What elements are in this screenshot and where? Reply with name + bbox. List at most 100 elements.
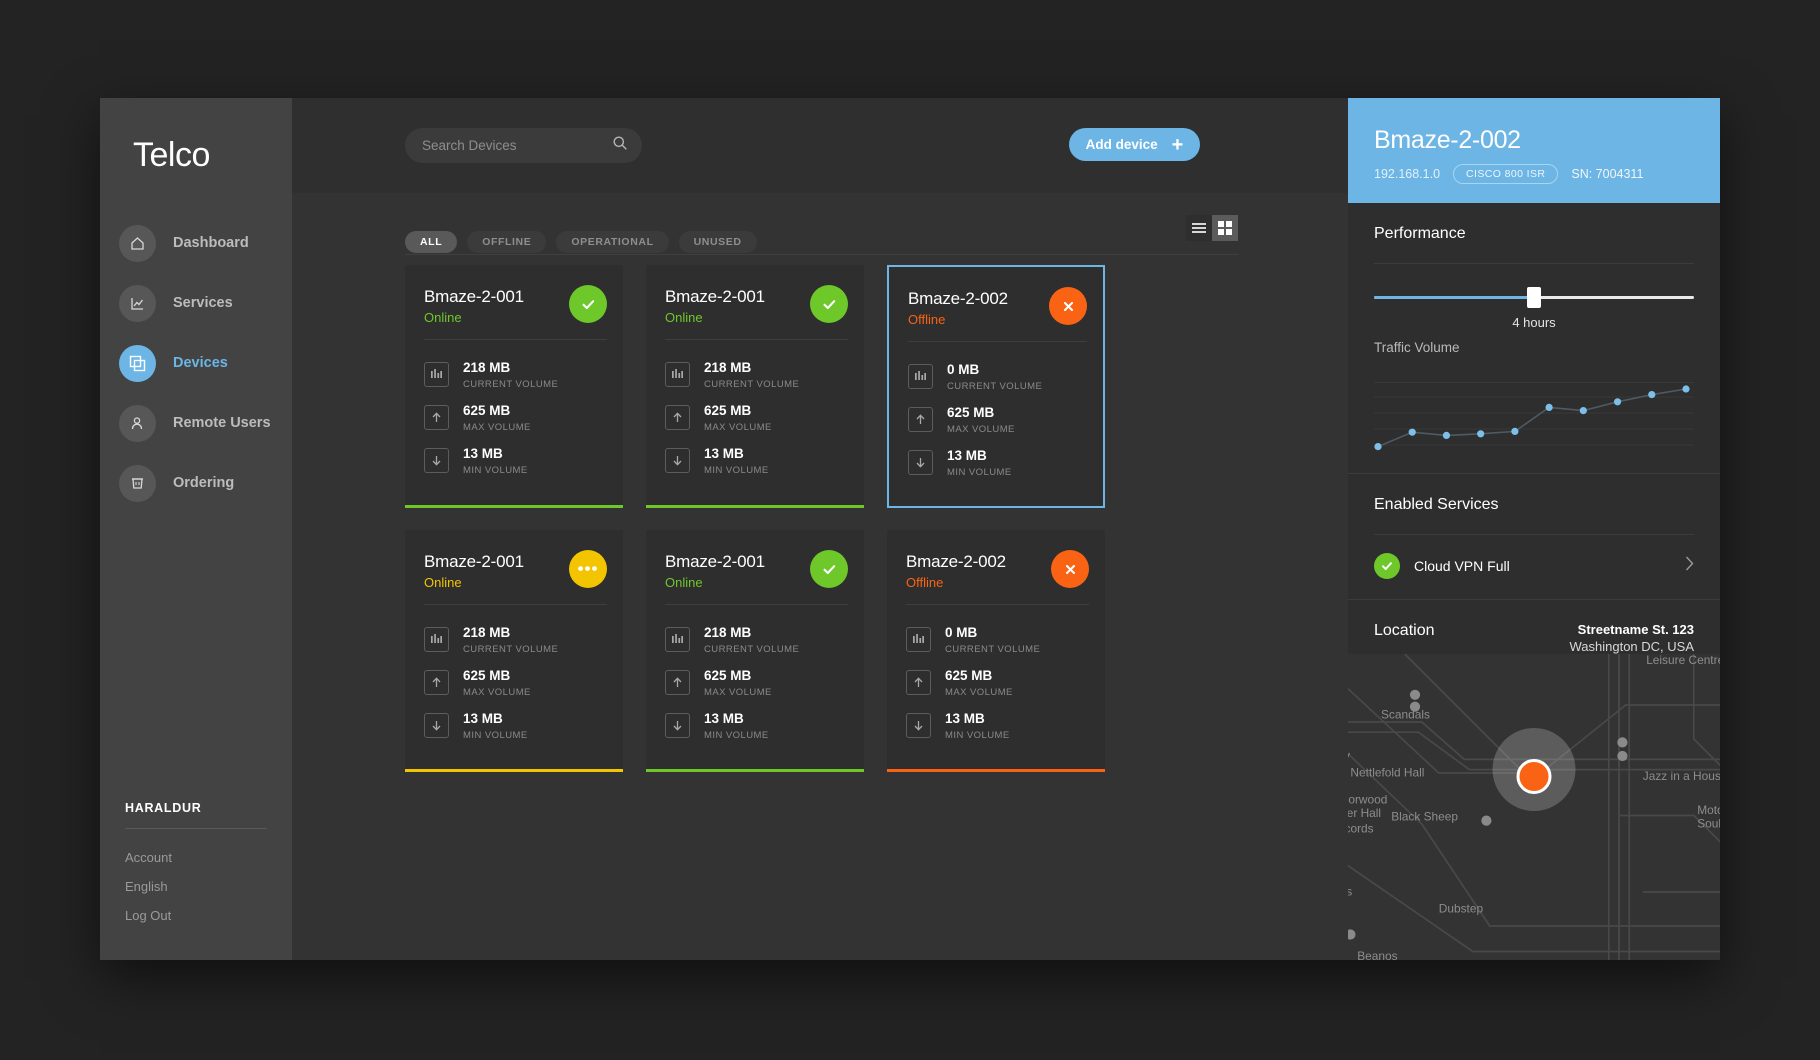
divider	[125, 828, 267, 829]
svg-text:Snooker Hall: Snooker Hall	[1348, 806, 1381, 820]
metric-label: MIN VOLUME	[463, 465, 528, 476]
metric-value: 625 MB	[945, 668, 993, 683]
detail-device-name: Bmaze-2-002	[1374, 126, 1521, 154]
filter-chip-unused[interactable]: UNUSED	[678, 231, 757, 253]
arrow-down-icon	[424, 713, 449, 738]
sidebar-item-remote-users[interactable]: Remote Users	[100, 393, 292, 453]
slider-value-label: 4 hours	[1512, 315, 1556, 330]
metric-label: CURRENT VOLUME	[945, 644, 1041, 655]
status-badge[interactable]	[1051, 550, 1089, 588]
sidebar-item-devices[interactable]: Devices	[100, 333, 292, 393]
sidebar-link-account[interactable]: Account	[125, 843, 267, 872]
sidebar: Telco Dashboard Services Devices Remote …	[100, 98, 292, 960]
card-metrics: 218 MB CURRENT VOLUME 625 MB MAX VOLUME	[646, 340, 864, 504]
card-metrics: 218 MB CURRENT VOLUME 625 MB MAX VOLUME	[405, 605, 623, 769]
slider-thumb[interactable]	[1527, 287, 1541, 308]
metric-value: 625 MB	[463, 668, 511, 683]
metric-value: 13 MB	[463, 711, 503, 726]
search-icon[interactable]	[612, 135, 628, 156]
svg-text:Nettlefold Hall: Nettlefold Hall	[1350, 765, 1424, 779]
location-address: Streetname St. 123 Washington DC, USA	[1569, 622, 1694, 654]
close-icon	[1063, 301, 1073, 311]
device-card[interactable]: Bmaze-2-001 Online 218 MB CURRENT VOLUME…	[646, 265, 864, 508]
arrow-up-icon	[908, 407, 933, 432]
metric-min-volume: 13 MB MIN VOLUME	[665, 439, 848, 482]
location-pin[interactable]	[1516, 759, 1552, 794]
service-item-cloud-vpn[interactable]: Cloud VPN Full	[1374, 535, 1694, 599]
filter-bar: ALL OFFLINE OPERATIONAL UNUSED	[292, 193, 1348, 265]
svg-text:Hootenanny: Hootenanny	[1348, 748, 1350, 762]
sidebar-link-language[interactable]: English	[125, 872, 267, 901]
device-card-selected[interactable]: Bmaze-2-002 Offline 0 MB CURRENT VOLUME …	[887, 265, 1105, 508]
status-badge[interactable]: •••	[569, 550, 607, 588]
arrow-up-icon	[665, 405, 690, 430]
metric-value: 13 MB	[463, 446, 503, 461]
metric-label: MIN VOLUME	[947, 467, 1012, 478]
sidebar-item-services[interactable]: Services	[100, 273, 292, 333]
sidebar-link-logout[interactable]: Log Out	[125, 901, 267, 930]
chart-icon	[119, 284, 156, 322]
metric-value: 13 MB	[947, 448, 987, 463]
location-map[interactable]: bastians Scandals Leisure Centre Cat's W…	[1348, 654, 1720, 960]
sidebar-item-label: Devices	[173, 355, 228, 371]
arrow-down-icon	[906, 713, 931, 738]
chevron-right-icon[interactable]	[1685, 556, 1694, 576]
device-status: Online	[424, 575, 462, 590]
filter-chip-all[interactable]: ALL	[405, 231, 458, 253]
metric-value: 218 MB	[463, 360, 511, 375]
device-card[interactable]: Bmaze-2-001 Online 218 MB CURRENT VOLUME…	[646, 530, 864, 772]
status-badge[interactable]	[810, 550, 848, 588]
card-header: Bmaze-2-001 Online •••	[405, 530, 623, 604]
detail-header: Bmaze-2-002 192.168.1.0 CISCO 800 ISR SN…	[1348, 98, 1720, 203]
svg-text:Black Sheep: Black Sheep	[1391, 810, 1458, 824]
card-metrics: 218 MB CURRENT VOLUME 625 MB MAX VOLUME	[405, 340, 623, 504]
svg-text:West Norwood: West Norwood	[1348, 793, 1387, 807]
metric-label: CURRENT VOLUME	[704, 379, 800, 390]
slider-track[interactable]	[1374, 287, 1694, 308]
filter-chip-offline[interactable]: OFFLINE	[467, 231, 547, 253]
arrow-down-icon	[424, 448, 449, 473]
status-badge[interactable]	[569, 285, 607, 323]
svg-text:Scandals: Scandals	[1381, 708, 1430, 722]
topbar: Add device +	[292, 98, 1348, 193]
search-input[interactable]	[422, 138, 612, 153]
check-icon	[822, 299, 835, 309]
detail-meta: 192.168.1.0 CISCO 800 ISR SN: 7004311	[1374, 164, 1694, 184]
device-card[interactable]: Bmaze-2-002 Offline 0 MB CURRENT VOLUME …	[887, 530, 1105, 772]
filter-chip-operational[interactable]: OPERATIONAL	[556, 231, 669, 253]
view-toggle	[1186, 215, 1238, 241]
device-status: Offline	[908, 312, 946, 327]
service-name: Cloud VPN Full	[1414, 558, 1510, 574]
device-card[interactable]: Bmaze-2-001 Online 218 MB CURRENT VOLUME…	[405, 265, 623, 508]
time-range-slider[interactable]: 4 hours	[1374, 264, 1694, 336]
divider	[405, 254, 1238, 255]
sidebar-item-dashboard[interactable]: Dashboard	[100, 213, 292, 273]
status-badge[interactable]	[810, 285, 848, 323]
performance-section: Performance 4 hours Traffic Volume	[1348, 203, 1720, 461]
metric-value: 625 MB	[463, 403, 511, 418]
arrow-down-icon	[908, 450, 933, 475]
sidebar-item-ordering[interactable]: Ordering	[100, 453, 292, 513]
device-card[interactable]: Bmaze-2-001 Online ••• 218 MB CURRENT VO…	[405, 530, 623, 772]
detail-ip-address: 192.168.1.0	[1374, 167, 1441, 181]
device-name: Bmaze-2-002	[906, 552, 1006, 571]
traffic-volume-chart	[1374, 365, 1694, 461]
grid-view-icon[interactable]	[1212, 215, 1238, 241]
status-badge[interactable]	[1049, 287, 1087, 325]
home-icon	[119, 224, 156, 262]
device-name: Bmaze-2-001	[665, 287, 765, 306]
sidebar-item-label: Ordering	[173, 475, 235, 491]
metric-current-volume: 0 MB CURRENT VOLUME	[906, 618, 1089, 661]
performance-title: Performance	[1374, 225, 1466, 242]
svg-text:Bluebird Records: Bluebird Records	[1348, 822, 1374, 836]
close-icon	[1065, 564, 1075, 574]
location-section: Location Streetname St. 123 Washington D…	[1348, 600, 1720, 654]
plus-icon: +	[1171, 133, 1184, 156]
device-status: Online	[665, 310, 703, 325]
main-content: Add device + ALL OFFLINE OPERATIONAL UNU…	[292, 98, 1348, 960]
search-box[interactable]	[405, 128, 642, 163]
list-view-icon[interactable]	[1186, 215, 1212, 241]
app-window: Telco Dashboard Services Devices Remote …	[100, 98, 1720, 960]
card-header: Bmaze-2-001 Online	[405, 265, 623, 339]
add-device-button[interactable]: Add device +	[1069, 128, 1200, 161]
